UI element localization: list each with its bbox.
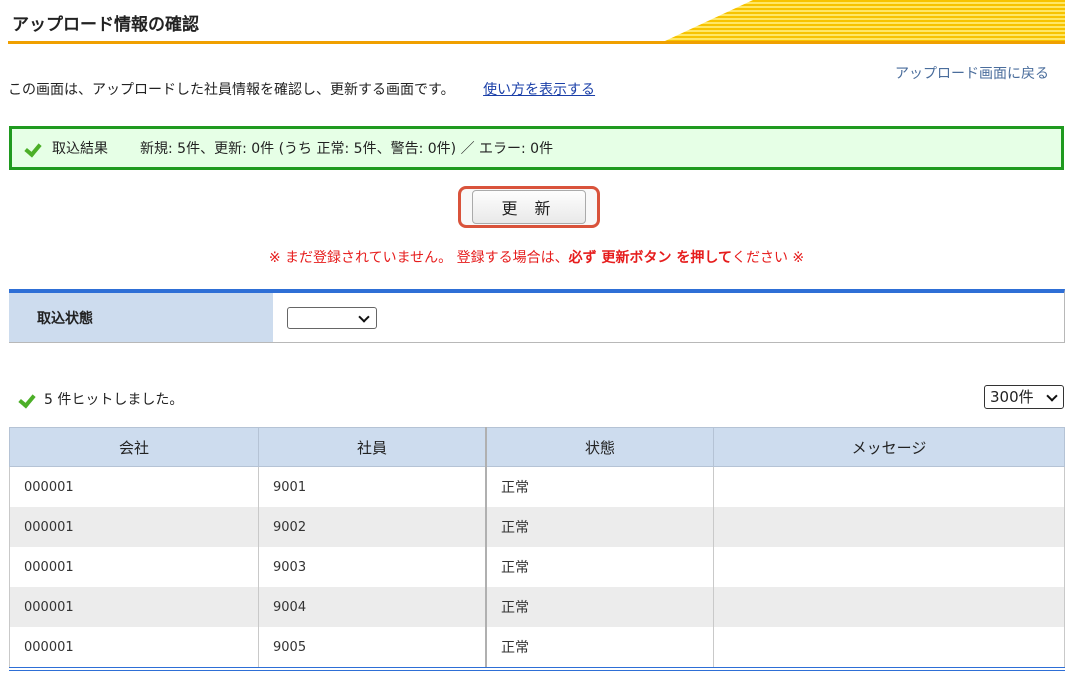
cell-employee: 9004 [258,587,487,627]
cell-company: 000001 [9,547,259,587]
cell-message [713,627,1065,667]
column-header-message[interactable]: メッセージ [713,427,1065,467]
cell-status: 正常 [485,547,714,587]
cell-status: 正常 [485,466,714,507]
check-icon [26,141,42,155]
status-filter-label: 取込状態 [9,293,273,342]
per-page-select[interactable]: 300件 [984,385,1064,409]
chevron-down-icon [1046,390,1058,402]
show-howto-link[interactable]: 使い方を表示する [483,82,595,98]
intro-text: この画面は、アップロードした社員情報を確認し、更新する画面です。 使い方を表示す… [8,79,595,99]
cell-status: 正常 [485,587,714,627]
cell-company: 000001 [9,587,259,627]
cell-company: 000001 [9,627,259,667]
table-row[interactable]: 000001 9004 正常 [9,587,1065,627]
cell-employee: 9002 [258,507,487,547]
check-icon [20,392,36,406]
filter-panel: 取込状態 [9,289,1065,343]
chevron-down-icon [358,310,370,323]
table-row[interactable]: 000001 9003 正常 [9,547,1065,587]
cell-message [713,466,1065,507]
page-title: アップロード情報の確認 [12,15,199,35]
import-result-box: 取込結果 新規: 5件、更新: 0件 (うち 正常: 5件、警告: 0件) ／ … [9,126,1064,170]
cell-message [713,507,1065,547]
status-filter-select[interactable] [287,306,377,329]
result-label: 取込結果 [52,141,108,157]
table-header-row: 会社 社員 状態 メッセージ [9,427,1065,467]
table-row[interactable]: 000001 9005 正常 [9,627,1065,667]
header-stripe-decoration [665,0,1065,41]
result-summary: 新規: 5件、更新: 0件 (うち 正常: 5件、警告: 0件) ／ エラー: … [140,141,554,157]
per-page-value: 300件 [990,388,1034,406]
cell-message [713,547,1065,587]
warning-text-bold: 必ず 更新ボタン を押して [568,250,732,266]
results-table: 会社 社員 状態 メッセージ 000001 9001 正常 000001 900… [9,427,1065,667]
table-row[interactable]: 000001 9001 正常 [9,466,1065,507]
update-button[interactable]: 更 新 [458,186,600,228]
not-registered-warning: ※ まだ登録されていません。 登録する場合は、必ず 更新ボタン を押してください… [0,247,1073,267]
cell-status: 正常 [485,507,714,547]
warning-text-1: ※ まだ登録されていません。 登録する場合は、 [268,250,569,266]
hit-count: 5 件ヒットしました。 [20,389,183,409]
hit-count-text: 5 件ヒットしました。 [44,392,184,408]
column-header-status[interactable]: 状態 [485,427,714,467]
intro-description: この画面は、アップロードした社員情報を確認し、更新する画面です。 [8,82,455,98]
update-button-label: 更 新 [472,190,586,224]
table-row[interactable]: 000001 9002 正常 [9,507,1065,547]
warning-text-2: ください ※ [731,250,805,266]
results-table-wrapper: 会社 社員 状態 メッセージ 000001 9001 正常 000001 900… [9,427,1065,671]
cell-employee: 9001 [258,466,487,507]
back-to-upload-link[interactable]: アップロード画面に戻る [895,63,1049,83]
column-header-employee[interactable]: 社員 [258,427,487,467]
cell-company: 000001 [9,507,259,547]
column-header-company[interactable]: 会社 [9,427,259,467]
cell-employee: 9005 [258,627,487,667]
cell-message [713,587,1065,627]
cell-company: 000001 [9,466,259,507]
cell-status: 正常 [485,627,714,667]
page-header: アップロード情報の確認 [8,0,1065,44]
cell-employee: 9003 [258,547,487,587]
